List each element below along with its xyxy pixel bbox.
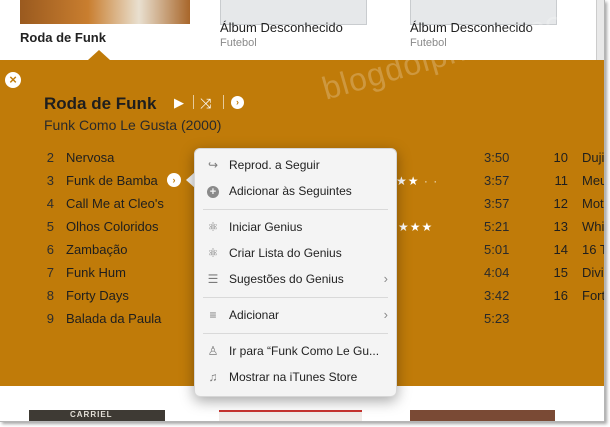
track-context-menu: ↪ Reprod. a Seguir + Adicionar às Seguin… bbox=[194, 148, 397, 397]
track-number: 13 bbox=[553, 219, 568, 234]
control-divider bbox=[223, 95, 224, 109]
track-name: 16 T bbox=[582, 242, 604, 257]
close-icon[interactable]: × bbox=[5, 72, 21, 88]
menu-item-label: Mostrar na iTunes Store bbox=[229, 370, 358, 384]
rating-stars[interactable]: ★★ · · bbox=[396, 174, 438, 188]
menu-separator bbox=[203, 333, 388, 334]
album-title-selected[interactable]: Roda de Funk bbox=[20, 30, 106, 45]
track-name: Olhos Coloridos bbox=[66, 219, 159, 234]
track-number: 4 bbox=[46, 196, 54, 211]
track-name: Zambação bbox=[66, 242, 128, 257]
album-art-partial[interactable] bbox=[596, 0, 604, 60]
track-name: Funk de Bamba bbox=[66, 173, 158, 188]
track-number: 7 bbox=[46, 265, 54, 280]
track-name: Funk Hum bbox=[66, 265, 126, 280]
track-number: 8 bbox=[46, 288, 54, 303]
track-number: 15 bbox=[553, 265, 568, 280]
track-name: Meu bbox=[582, 173, 605, 188]
track-time: 5:23 bbox=[484, 311, 510, 326]
album-detail-subtitle: Funk Como Le Gusta (2000) bbox=[44, 117, 222, 133]
album-detail-title: Roda de Funk bbox=[44, 94, 157, 113]
genius-atom-icon: ⚛ bbox=[207, 246, 219, 260]
circle-arrow-icon[interactable]: › bbox=[231, 96, 244, 109]
rating-stars: ★★ bbox=[396, 174, 420, 188]
menu-item-add-to-up-next[interactable]: + Adicionar às Seguintes bbox=[195, 179, 396, 203]
add-to-list-icon: ≡ bbox=[209, 308, 217, 322]
track-options-arrow-icon[interactable]: › bbox=[167, 173, 181, 187]
track-name: Divi bbox=[582, 265, 604, 280]
track-name: Duji bbox=[582, 150, 605, 165]
menu-item-label: Ir para “Funk Como Le Gu... bbox=[229, 344, 380, 358]
submenu-chevron-icon: › bbox=[383, 271, 388, 286]
track-row[interactable]: 14 16 T bbox=[552, 238, 604, 261]
menu-separator bbox=[203, 297, 388, 298]
track-row[interactable]: 13 Whi bbox=[552, 215, 604, 238]
album-art-roda-de-funk[interactable] bbox=[20, 0, 190, 24]
track-number: 11 bbox=[554, 173, 569, 188]
plus-glyph: + bbox=[207, 186, 219, 198]
track-row[interactable]: 10 Duji bbox=[552, 146, 604, 169]
album-art[interactable] bbox=[219, 410, 362, 421]
list-icon: ☰ bbox=[207, 272, 219, 286]
track-row[interactable]: 16 Fort bbox=[552, 284, 604, 307]
control-divider bbox=[193, 95, 194, 109]
track-row[interactable]: 12 Mot bbox=[552, 192, 604, 215]
album-genre: Futebol bbox=[220, 37, 257, 49]
track-time: 5:21 bbox=[484, 219, 510, 234]
genius-atom-icon: ⚛ bbox=[207, 220, 219, 234]
track-time: 3:57 bbox=[484, 196, 510, 211]
submenu-chevron-icon: › bbox=[383, 307, 388, 322]
album-title[interactable]: Álbum Desconhecido bbox=[220, 20, 343, 35]
track-row[interactable]: 11 Meu bbox=[552, 169, 605, 192]
play-icon[interactable]: ▶ bbox=[174, 96, 184, 110]
music-note-icon: ♫ bbox=[208, 370, 218, 384]
track-name: Mot bbox=[582, 196, 604, 211]
track-name: Fort bbox=[582, 288, 605, 303]
menu-item-start-genius[interactable]: ⚛ Iniciar Genius bbox=[195, 215, 396, 239]
menu-item-label: Adicionar às Seguintes bbox=[229, 184, 352, 198]
album-art[interactable] bbox=[410, 410, 555, 421]
track-number: 9 bbox=[46, 311, 54, 326]
rating-stars[interactable]: ★★★ bbox=[398, 220, 433, 234]
menu-separator bbox=[203, 209, 388, 210]
track-time: 4:04 bbox=[484, 265, 510, 280]
shuffle-icon[interactable]: ⤨ bbox=[200, 96, 211, 110]
track-number: 3 bbox=[46, 173, 54, 188]
selection-caret bbox=[88, 50, 110, 60]
track-number: 14 bbox=[553, 242, 568, 257]
menu-item-label: Adicionar bbox=[229, 308, 280, 322]
menu-item-label: Reprod. a Seguir bbox=[229, 158, 320, 172]
track-time: 3:57 bbox=[484, 173, 510, 188]
track-number: 6 bbox=[46, 242, 54, 257]
menu-item-add[interactable]: ≡ Adicionar › bbox=[195, 303, 396, 327]
menu-item-create-genius-playlist[interactable]: ⚛ Criar Lista do Genius bbox=[195, 241, 396, 265]
artist-icon: ♙ bbox=[207, 344, 219, 358]
track-number: 16 bbox=[553, 288, 568, 303]
track-number: 12 bbox=[553, 196, 568, 211]
track-name: Forty Days bbox=[66, 288, 129, 303]
track-time: 5:01 bbox=[484, 242, 510, 257]
track-name: Call Me at Cleo's bbox=[66, 196, 164, 211]
track-row[interactable]: 15 Divi bbox=[552, 261, 604, 284]
track-name: Whi bbox=[582, 219, 605, 234]
track-name: Nervosa bbox=[66, 150, 115, 165]
track-number: 2 bbox=[46, 150, 54, 165]
rating-dots: · · bbox=[423, 174, 439, 188]
track-time: 3:42 bbox=[484, 288, 510, 303]
menu-item-label: Sugestões do Genius bbox=[229, 272, 344, 286]
itunes-window: Roda de Funk Álbum Desconhecido Futebol … bbox=[0, 0, 605, 422]
add-circle-icon: + bbox=[206, 184, 220, 198]
menu-item-show-in-itunes-store[interactable]: ♫ Mostrar na iTunes Store bbox=[195, 365, 396, 389]
track-time: 3:50 bbox=[484, 150, 510, 165]
track-name: Balada da Paula bbox=[66, 311, 162, 326]
menu-item-label: Criar Lista do Genius bbox=[229, 246, 342, 260]
track-number: 5 bbox=[46, 219, 54, 234]
menu-item-genius-suggestions[interactable]: ☰ Sugestões do Genius › bbox=[195, 267, 396, 291]
menu-item-play-next[interactable]: ↪ Reprod. a Seguir bbox=[195, 153, 396, 177]
track-number: 10 bbox=[553, 150, 568, 165]
play-next-icon: ↪ bbox=[207, 158, 219, 172]
menu-item-label: Iniciar Genius bbox=[229, 220, 303, 234]
album-art-label: CARRIEL bbox=[70, 410, 113, 419]
menu-item-go-to-artist[interactable]: ♙ Ir para “Funk Como Le Gu... bbox=[195, 339, 396, 363]
